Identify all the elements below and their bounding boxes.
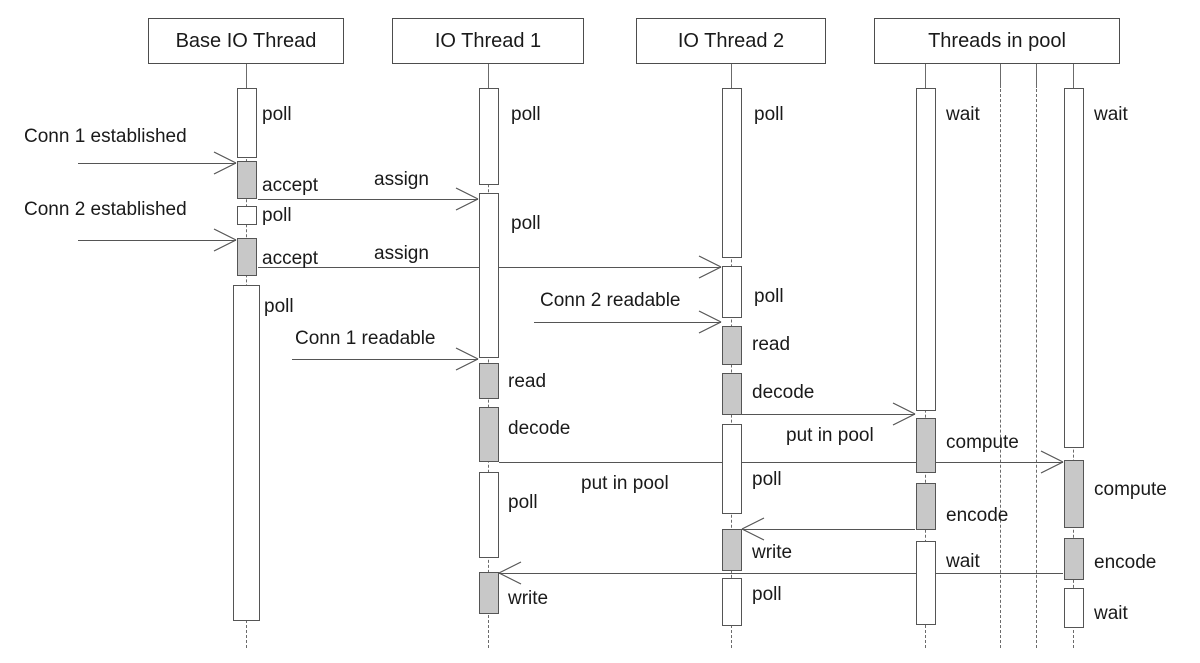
- lifeline-stub-3: [925, 64, 926, 88]
- lifeline-p3: [1036, 64, 1037, 648]
- participant-box-base: Base IO Thread: [148, 18, 344, 64]
- activation-base-poll-2: [237, 206, 257, 225]
- message-label-put-in-pool-2: put in pool: [786, 425, 874, 446]
- activation-label-io2-poll-4: poll: [752, 584, 782, 605]
- activation-base-poll-3: [233, 285, 260, 621]
- lifeline-p2: [1000, 64, 1001, 648]
- activation-io1-poll-3: [479, 472, 499, 558]
- message-line-encode-to-io1: [499, 573, 1063, 574]
- activation-label-io1-poll-1: poll: [511, 104, 541, 125]
- activation-base-poll-1: [237, 88, 257, 158]
- activation-label-p4-wait-2: wait: [1094, 603, 1128, 624]
- activation-label-p1-wait-2: wait: [946, 551, 980, 572]
- activation-label-io2-read: read: [752, 334, 791, 355]
- participant-label: IO Thread 2: [677, 30, 785, 52]
- message-label-put-in-pool-1: put in pool: [581, 473, 669, 494]
- participant-box-pool: Threads in pool: [874, 18, 1120, 64]
- message-line-conn1-readable: [292, 359, 478, 360]
- lifeline-stub-4: [1000, 64, 1001, 88]
- message-line-conn2-readable: [534, 322, 721, 323]
- activation-label-io1-read: read: [508, 371, 547, 392]
- activation-io2-write: [722, 529, 742, 571]
- message-line-conn1-established: [78, 163, 236, 164]
- activation-label-io2-poll-2: poll: [754, 286, 784, 307]
- activation-io2-decode: [722, 373, 742, 415]
- activation-label-io1-write: write: [508, 588, 549, 609]
- activation-label-io1-decode: decode: [508, 418, 571, 439]
- activation-label-p1-encode: encode: [946, 505, 1009, 526]
- activation-p4-compute: [1064, 460, 1084, 528]
- activation-io2-read: [722, 326, 742, 365]
- activation-label-p4-encode: encode: [1094, 552, 1157, 573]
- activation-label-io2-poll-1: poll: [754, 104, 784, 125]
- message-line-assign-1: [258, 199, 478, 200]
- lifeline-stub-5: [1036, 64, 1037, 88]
- activation-label-base-poll-3: poll: [264, 296, 294, 317]
- activation-label-base-poll-1: poll: [262, 104, 292, 125]
- sequence-diagram: Conn 1 established assign Conn 2 establish…: [0, 0, 1200, 663]
- lifeline-stub-6: [1073, 64, 1074, 88]
- activation-io2-poll-4: [722, 578, 742, 626]
- participant-label: Threads in pool: [928, 30, 1066, 52]
- message-line-put-in-pool-1: [499, 462, 1063, 463]
- activation-io1-poll-2: [479, 193, 499, 358]
- activation-io1-read: [479, 363, 499, 399]
- activation-label-base-accept-1: accept: [262, 175, 318, 196]
- activation-label-io1-poll-2: poll: [511, 213, 541, 234]
- lifeline-stub-2: [731, 64, 732, 88]
- activation-label-io2-poll-3: poll: [752, 469, 782, 490]
- activation-label-p1-compute: compute: [946, 432, 1019, 453]
- message-label-assign-2: assign: [374, 243, 429, 264]
- activation-label-io1-poll-3: poll: [508, 492, 538, 513]
- message-label-conn1-established: Conn 1 established: [24, 126, 187, 147]
- activation-p1-wait-2: [916, 541, 936, 625]
- activation-base-accept-1: [237, 161, 257, 199]
- activation-io1-decode: [479, 407, 499, 462]
- activation-label-base-accept-2: accept: [262, 248, 318, 269]
- participant-label: Base IO Thread: [175, 30, 317, 52]
- activation-p4-wait-1: [1064, 88, 1084, 448]
- activation-label-p4-wait-1: wait: [1094, 104, 1128, 125]
- activation-io1-poll-1: [479, 88, 499, 185]
- activation-label-p1-wait-1: wait: [946, 104, 980, 125]
- participant-box-io1: IO Thread 1: [392, 18, 584, 64]
- participant-label: IO Thread 1: [434, 30, 542, 52]
- message-label-conn1-readable: Conn 1 readable: [295, 328, 436, 349]
- activation-p1-compute: [916, 418, 936, 473]
- activation-io2-poll-2: [722, 266, 742, 318]
- activation-p4-wait-2: [1064, 588, 1084, 628]
- activation-p4-encode: [1064, 538, 1084, 580]
- activation-io2-poll-1: [722, 88, 742, 258]
- lifeline-stub-1: [488, 64, 489, 88]
- activation-io1-write: [479, 572, 499, 614]
- activation-p1-wait-1: [916, 88, 936, 411]
- message-line-put-in-pool-2: [742, 414, 915, 415]
- message-label-conn2-readable: Conn 2 readable: [540, 290, 681, 311]
- activation-label-io2-decode: decode: [752, 382, 815, 403]
- lifeline-stub-0: [246, 64, 247, 88]
- message-label-assign-1: assign: [374, 169, 429, 190]
- message-label-conn2-established: Conn 2 established: [24, 199, 187, 220]
- activation-base-accept-2: [237, 238, 257, 276]
- activation-label-io2-write: write: [752, 542, 793, 563]
- message-line-conn2-established: [78, 240, 236, 241]
- activation-label-base-poll-2: poll: [262, 205, 292, 226]
- activation-label-p4-compute: compute: [1094, 479, 1167, 500]
- activation-p1-encode: [916, 483, 936, 530]
- message-line-encode-to-io2: [742, 529, 915, 530]
- participant-box-io2: IO Thread 2: [636, 18, 826, 64]
- activation-io2-poll-3: [722, 424, 742, 514]
